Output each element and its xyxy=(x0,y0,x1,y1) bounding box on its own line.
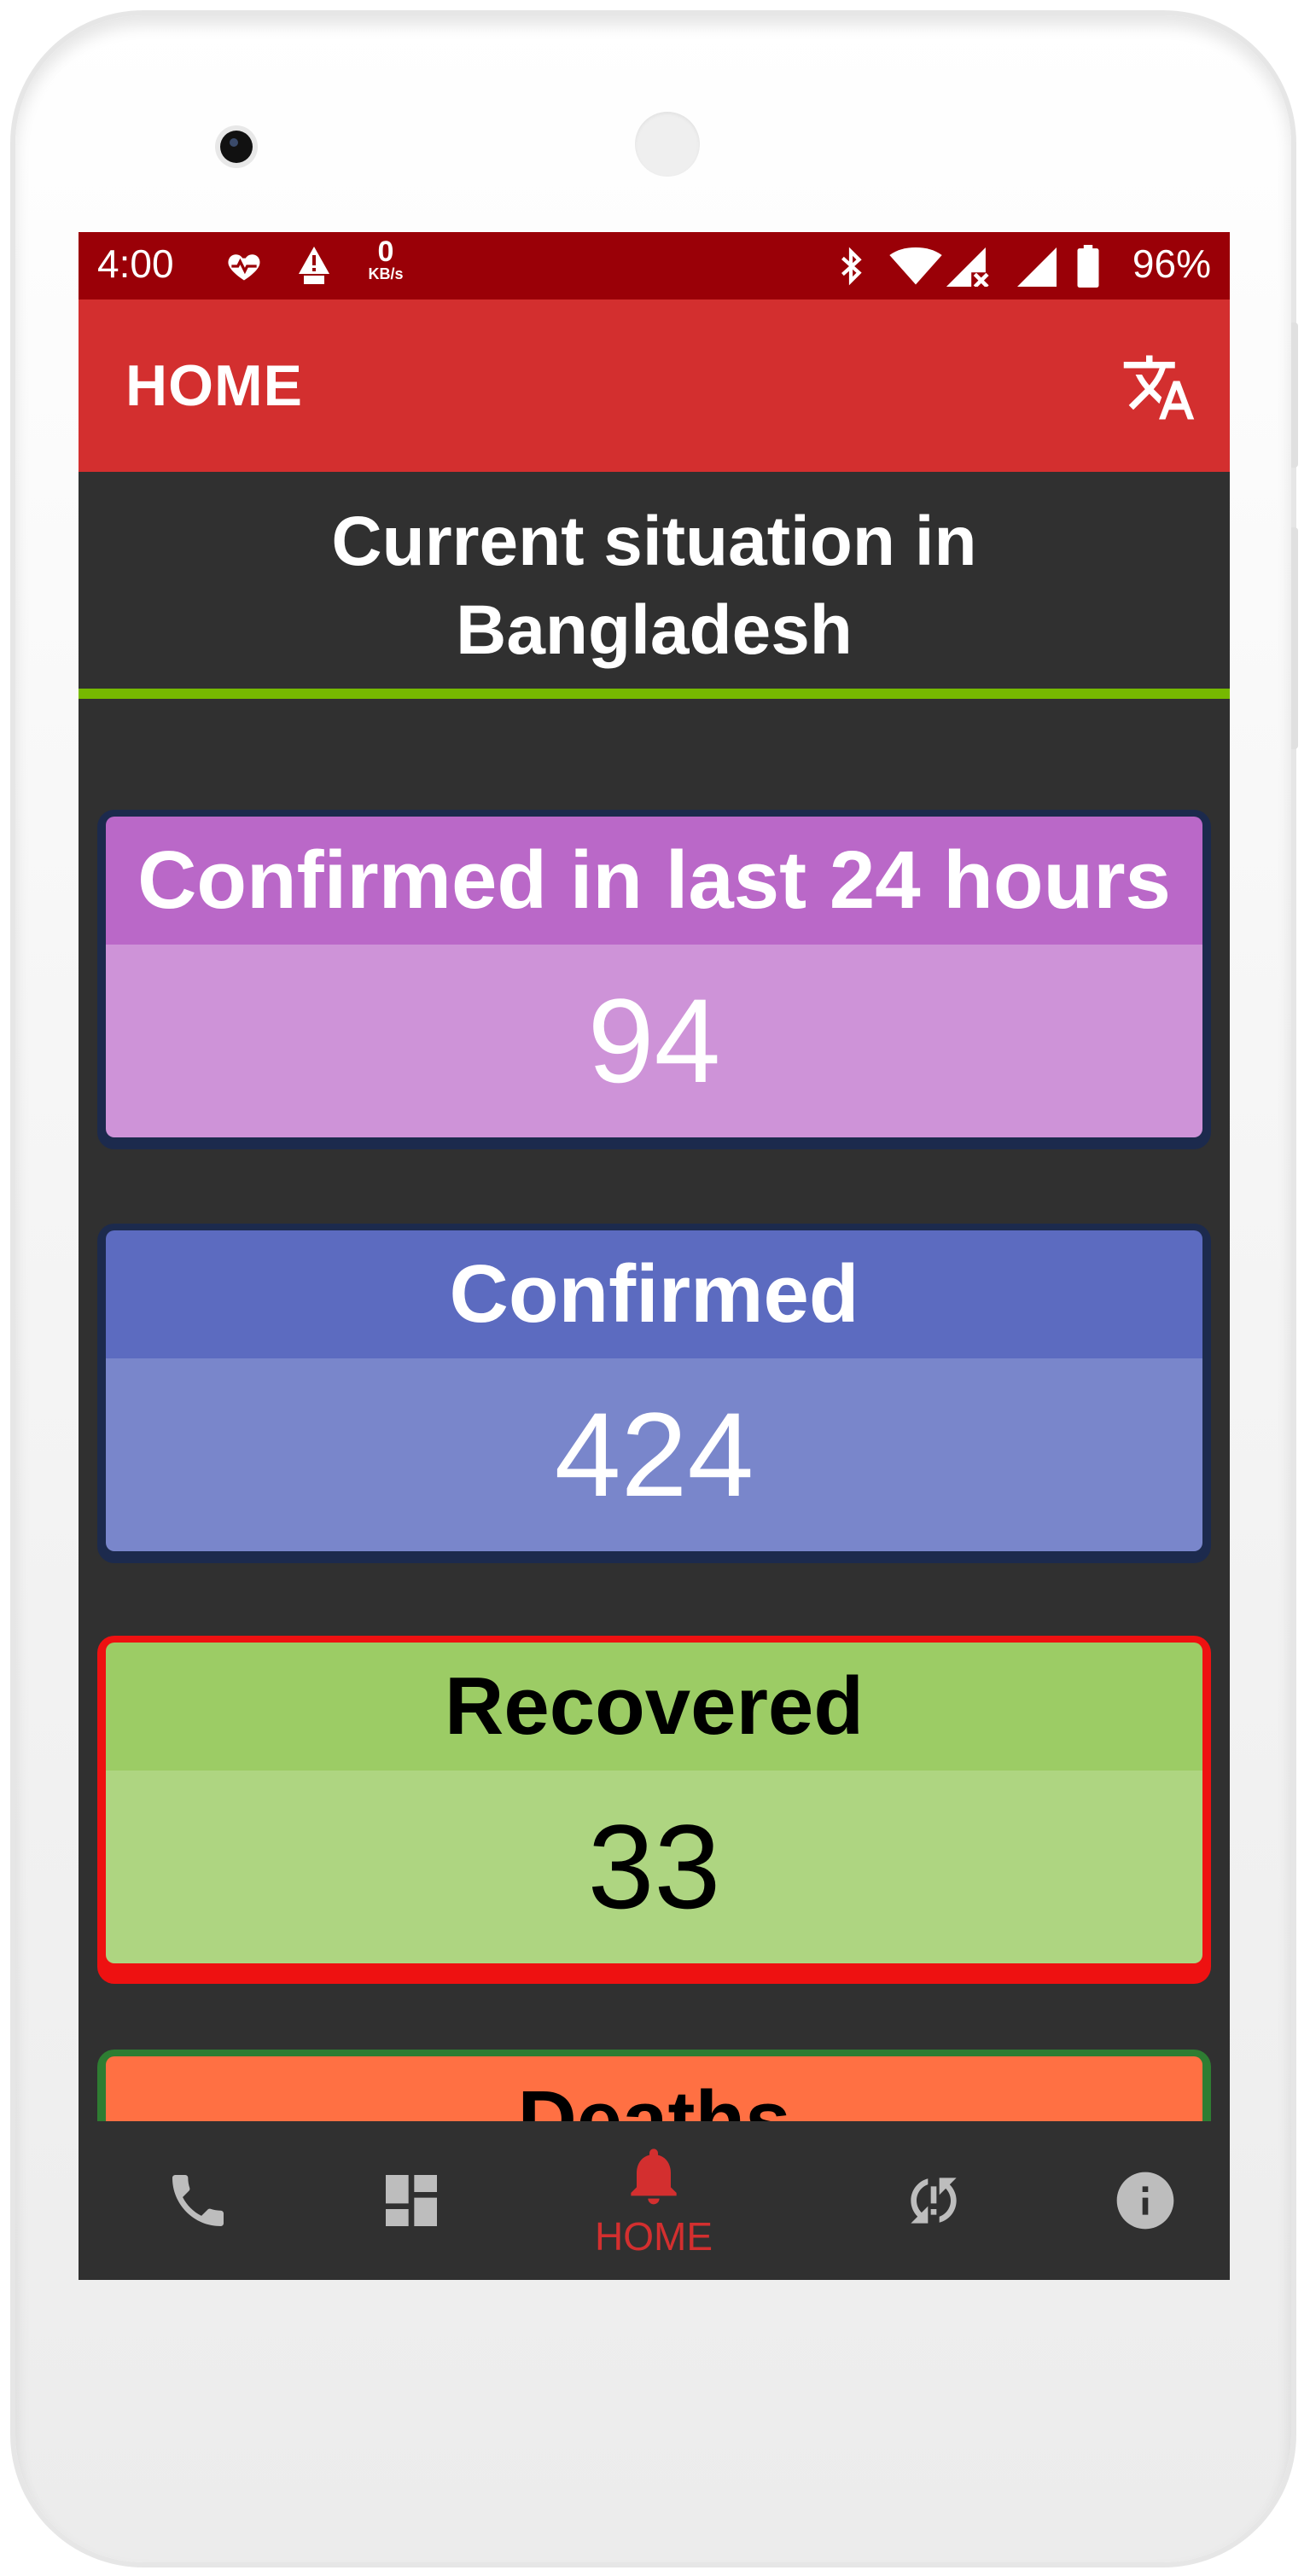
info-icon xyxy=(1116,2172,1174,2230)
alert-icon xyxy=(295,244,333,287)
stat-card-title: Recovered xyxy=(106,1643,1202,1771)
status-bar: 4:00 0 KB/s 96% xyxy=(79,232,1230,299)
stat-card-value: 94 xyxy=(106,945,1202,1137)
heart-pulse-icon xyxy=(225,247,263,285)
battery-icon xyxy=(1075,244,1101,288)
nav-item-dashboard[interactable] xyxy=(352,2121,471,2280)
nav-item-home-label: HOME xyxy=(595,2214,713,2259)
nav-item-sync[interactable] xyxy=(874,2121,993,2280)
sync-alert-icon xyxy=(911,2178,957,2224)
nav-item-home[interactable]: HOME xyxy=(568,2121,739,2280)
translate-icon xyxy=(1123,355,1195,420)
stat-card-value: 33 xyxy=(106,1771,1202,1963)
bottom-navigation: HOME xyxy=(79,2121,1230,2280)
stat-card-recovered: Recovered 33 xyxy=(97,1636,1211,1984)
app-bar: HOME xyxy=(79,299,1230,472)
situation-heading-section: Current situation in Bangladesh xyxy=(79,472,1230,689)
bluetooth-icon xyxy=(838,246,864,287)
page-title-line2: Bangladesh xyxy=(456,591,853,669)
stat-card-title: Confirmed xyxy=(106,1230,1202,1358)
network-speed: 0 KB/s xyxy=(360,237,411,282)
cell-signal-x-icon xyxy=(946,247,990,287)
app-bar-title: HOME xyxy=(125,353,303,418)
wifi-icon xyxy=(889,247,942,287)
stat-card-confirmed: Confirmed 424 xyxy=(97,1224,1211,1563)
stat-card-value: 424 xyxy=(106,1358,1202,1551)
translate-button[interactable] xyxy=(1121,349,1197,426)
stat-card-title: Confirmed in last 24 hours xyxy=(106,817,1202,945)
network-speed-value: 0 xyxy=(377,236,394,268)
screen: 4:00 0 KB/s 96% HOME Current situation i… xyxy=(79,232,1230,2280)
status-time: 4:00 xyxy=(97,241,174,286)
bell-icon xyxy=(631,2149,677,2205)
network-speed-unit: KB/s xyxy=(368,265,404,282)
page-title: Current situation in Bangladesh xyxy=(79,497,1230,675)
battery-percent: 96% xyxy=(1132,241,1211,286)
nav-item-phone[interactable] xyxy=(138,2121,258,2280)
phone-icon xyxy=(172,2175,224,2226)
nav-item-info[interactable] xyxy=(1086,2121,1205,2280)
page-title-line1: Current situation in xyxy=(331,503,977,580)
stat-card-confirmed-24h: Confirmed in last 24 hours 94 xyxy=(97,810,1211,1149)
dashboard-icon xyxy=(386,2175,437,2226)
heading-divider xyxy=(79,689,1230,699)
front-camera xyxy=(220,131,253,163)
volume-button xyxy=(1291,527,1298,749)
earpiece-speaker xyxy=(635,112,700,177)
power-button xyxy=(1291,323,1298,468)
cell-signal-icon xyxy=(1016,247,1058,287)
